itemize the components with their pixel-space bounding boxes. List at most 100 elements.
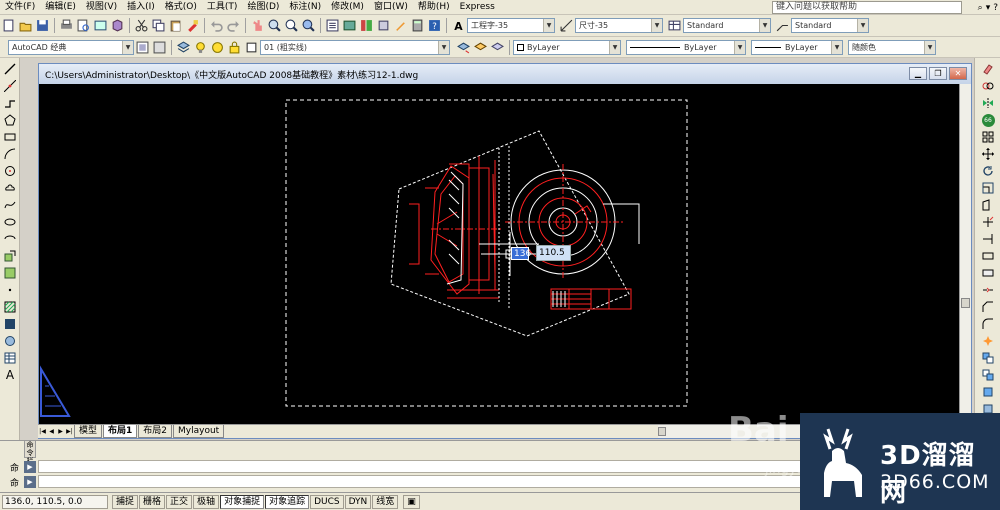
menu-item-7[interactable]: 标注(N) xyxy=(284,0,326,15)
chevron-down-icon[interactable]: ▼ xyxy=(759,19,770,32)
rotate-icon[interactable] xyxy=(981,164,995,178)
cut-icon[interactable] xyxy=(134,18,149,33)
trim-icon[interactable] xyxy=(981,215,995,229)
table-style-icon[interactable] xyxy=(667,18,682,33)
dim-style-icon[interactable] xyxy=(559,18,574,33)
make-current-layer-icon[interactable] xyxy=(456,40,471,55)
multileader-style-select[interactable]: Standard ▼ xyxy=(791,18,869,33)
layer-properties-icon[interactable] xyxy=(176,40,191,55)
drawing-canvas[interactable]: 136 110.5 xyxy=(39,84,971,426)
menu-item-4[interactable]: 格式(O) xyxy=(160,0,202,15)
close-button[interactable]: ✕ xyxy=(949,67,967,80)
construction-line-icon[interactable] xyxy=(3,79,17,93)
linetype-control-select[interactable]: ByLayer ▼ xyxy=(626,39,746,55)
ellipse-icon[interactable] xyxy=(3,215,17,229)
layer-freeze-icon[interactable] xyxy=(210,40,225,55)
dim-style-select[interactable]: 尺寸-35 ▼ xyxy=(575,18,663,33)
dynamic-input-y[interactable]: 110.5 xyxy=(536,245,571,261)
arc-icon[interactable] xyxy=(3,147,17,161)
status-toggle-8[interactable]: 线宽 xyxy=(372,494,399,509)
color-control-select[interactable]: ByLayer ▼ xyxy=(513,39,621,55)
dynamic-input-x[interactable]: 136 xyxy=(511,247,531,260)
array-icon[interactable] xyxy=(981,130,995,144)
status-toggle-3[interactable]: 极轴 xyxy=(193,494,220,509)
draw-order-icon[interactable] xyxy=(981,351,995,365)
previous-tab-icon[interactable]: ◀ xyxy=(47,426,56,437)
dropdown-icon[interactable]: ▾ xyxy=(986,3,991,13)
hatch-icon[interactable] xyxy=(3,300,17,314)
sheet-set-icon[interactable] xyxy=(376,18,391,33)
copy-icon[interactable] xyxy=(151,18,166,33)
status-toggle-0[interactable]: 捕捉 xyxy=(112,494,139,509)
tab-mylayout[interactable]: Mylayout xyxy=(173,425,225,438)
explode-icon[interactable] xyxy=(981,334,995,348)
chevron-down-icon[interactable]: ▼ xyxy=(543,19,554,32)
plotstyle-control-select[interactable]: 随颜色 ▼ xyxy=(848,39,936,55)
vertical-scrollbar[interactable] xyxy=(959,84,971,426)
redo-icon[interactable] xyxy=(226,18,241,33)
workspace-settings-icon[interactable] xyxy=(135,40,150,55)
polyline-icon[interactable] xyxy=(3,96,17,110)
markup-icon[interactable] xyxy=(393,18,408,33)
lineweight-control-select[interactable]: ByLayer ▼ xyxy=(751,39,843,55)
zoom-window-icon[interactable] xyxy=(284,18,299,33)
mirror-icon[interactable] xyxy=(981,96,995,110)
offset-icon[interactable]: 66 xyxy=(981,113,995,127)
tab-model[interactable]: 模型 xyxy=(74,425,103,438)
model-paper-toggle-icon[interactable]: ▣ xyxy=(403,494,420,509)
help-search-input[interactable]: 键入问题以获取帮助 xyxy=(772,1,962,14)
save-icon[interactable] xyxy=(35,18,50,33)
tool-palettes-icon[interactable] xyxy=(359,18,374,33)
chevron-down-icon[interactable]: ▼ xyxy=(857,19,868,32)
ellipse-arc-icon[interactable] xyxy=(3,232,17,246)
pan-realtime-icon[interactable] xyxy=(250,18,265,33)
chevron-down-icon[interactable]: ▼ xyxy=(651,19,662,32)
quickcalc-icon[interactable] xyxy=(410,18,425,33)
gradient-icon[interactable] xyxy=(3,317,17,331)
multileader-style-icon[interactable] xyxy=(775,18,790,33)
spline-icon[interactable] xyxy=(3,198,17,212)
paste-icon[interactable] xyxy=(168,18,183,33)
stretch-icon[interactable] xyxy=(981,198,995,212)
menu-item-9[interactable]: 窗口(W) xyxy=(369,0,413,15)
print-preview-icon[interactable] xyxy=(76,18,91,33)
layer-on-icon[interactable] xyxy=(193,40,208,55)
menu-item-2[interactable]: 视图(V) xyxy=(81,0,122,15)
break-at-point-icon[interactable] xyxy=(981,249,995,263)
chevron-down-icon[interactable]: ▼ xyxy=(924,40,935,54)
first-tab-icon[interactable]: |◀ xyxy=(38,426,47,437)
search-icon[interactable]: ⌕ xyxy=(978,3,983,13)
last-tab-icon[interactable]: ▶| xyxy=(65,426,74,437)
status-toggle-1[interactable]: 栅格 xyxy=(139,494,166,509)
chamfer-icon[interactable] xyxy=(981,300,995,314)
copy-object-icon[interactable] xyxy=(981,79,995,93)
text-style-select[interactable]: 工程字-35 ▼ xyxy=(467,18,555,33)
properties-icon[interactable] xyxy=(325,18,340,33)
status-toggle-6[interactable]: DUCS xyxy=(310,494,344,509)
open-file-icon[interactable] xyxy=(18,18,33,33)
menu-item-5[interactable]: 工具(T) xyxy=(202,0,243,15)
restore-button[interactable]: ❐ xyxy=(929,67,947,80)
move-icon[interactable] xyxy=(981,147,995,161)
help-icon[interactable]: ? xyxy=(427,18,442,33)
scale-icon[interactable] xyxy=(981,181,995,195)
design-center-icon[interactable] xyxy=(342,18,357,33)
circle-icon[interactable] xyxy=(3,164,17,178)
status-toggle-4[interactable]: 对象捕捉 xyxy=(220,494,265,509)
chevron-down-icon[interactable]: ▼ xyxy=(122,40,133,54)
publish-icon[interactable] xyxy=(93,18,108,33)
status-toggle-2[interactable]: 正交 xyxy=(166,494,193,509)
command-window-handle[interactable]: 命令栏 xyxy=(24,440,36,465)
zoom-previous-icon[interactable] xyxy=(301,18,316,33)
next-tab-icon[interactable]: ▶ xyxy=(56,426,65,437)
line-icon[interactable] xyxy=(3,62,17,76)
erase-icon[interactable] xyxy=(981,62,995,76)
layer-select[interactable]: 01 (粗实线) ▼ xyxy=(260,39,450,55)
fillet-icon[interactable] xyxy=(981,317,995,331)
minimize-button[interactable]: ▁ xyxy=(909,67,927,80)
menu-item-0[interactable]: 文件(F) xyxy=(0,0,40,15)
3d-dwf-icon[interactable] xyxy=(110,18,125,33)
menu-item-10[interactable]: 帮助(H) xyxy=(413,0,455,15)
break-icon[interactable] xyxy=(981,266,995,280)
chevron-down-icon[interactable]: ▼ xyxy=(609,40,620,54)
